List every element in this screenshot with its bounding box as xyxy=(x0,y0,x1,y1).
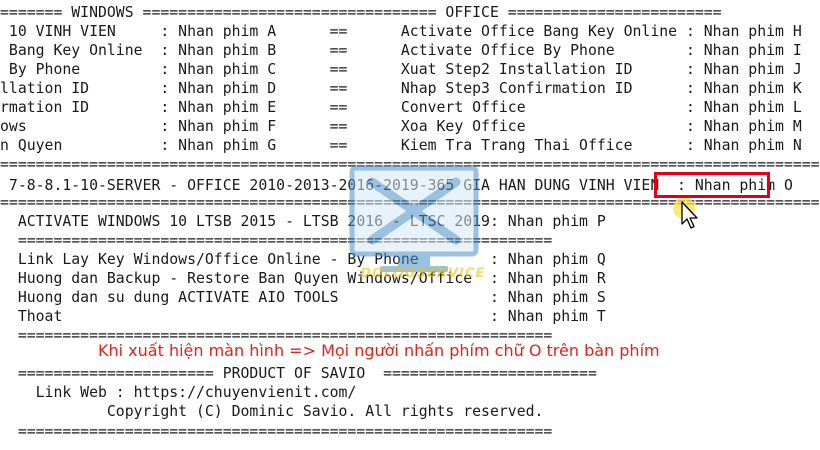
console-line-option-f-m: ows : Nhan phim F == Xoa Key Office : Nh… xyxy=(0,118,802,135)
console-line-option-t: Thoat : Nhan phim T xyxy=(0,308,606,325)
console-line-windows-office-header: ======= WINDOWS ========================… xyxy=(0,4,722,21)
console-line-option-a-h: 10 VINH VIEN : Nhan phim A == Activate O… xyxy=(0,23,802,40)
console-line-option-p: ACTIVATE WINDOWS 10 LTSB 2015 - LTSB 201… xyxy=(0,213,606,230)
console-line-option-r: Huong dan Backup - Restore Ban Quyen Win… xyxy=(0,270,606,287)
console-line-copyright: Copyright (C) Dominic Savio. All rights … xyxy=(0,403,544,420)
instruction-caption: Khi xuất hiện màn hình => Mọi người nhấn… xyxy=(98,341,660,360)
console-line-option-g-n: n Quyen : Nhan phim G == Kiem Tra Trang … xyxy=(0,137,802,154)
console-line-option-b-i: Bang Key Online : Nhan phim B == Activat… xyxy=(0,42,802,59)
console-line-option-q: Link Lay Key Windows/Office Online - By … xyxy=(0,251,606,268)
console-line-link-web: Link Web : https://chuyenvienit.com/ xyxy=(0,384,357,401)
console-line-option-d-k: llation ID : Nhan phim D == Nhap Step3 C… xyxy=(0,80,802,97)
arrow-cursor-icon xyxy=(673,198,698,229)
highlight-box-option-o xyxy=(654,172,770,198)
console-line-option-c-j: By Phone : Nhan phim C == Xuat Step2 Ins… xyxy=(0,61,802,78)
console-line-option-s: Huong dan su dung ACTIVATE AIO TOOLS : N… xyxy=(0,289,606,306)
console-line-option-e-l: rmation ID : Nhan phim E == Convert Offi… xyxy=(0,99,802,116)
console-line-product-of-savio: ====================== PRODUCT OF SAVIO … xyxy=(0,365,597,382)
console-separator: ========================================… xyxy=(0,423,553,440)
watermark-text: DOLOGSERVICE xyxy=(358,266,487,281)
console-separator: ========================================… xyxy=(0,232,553,249)
